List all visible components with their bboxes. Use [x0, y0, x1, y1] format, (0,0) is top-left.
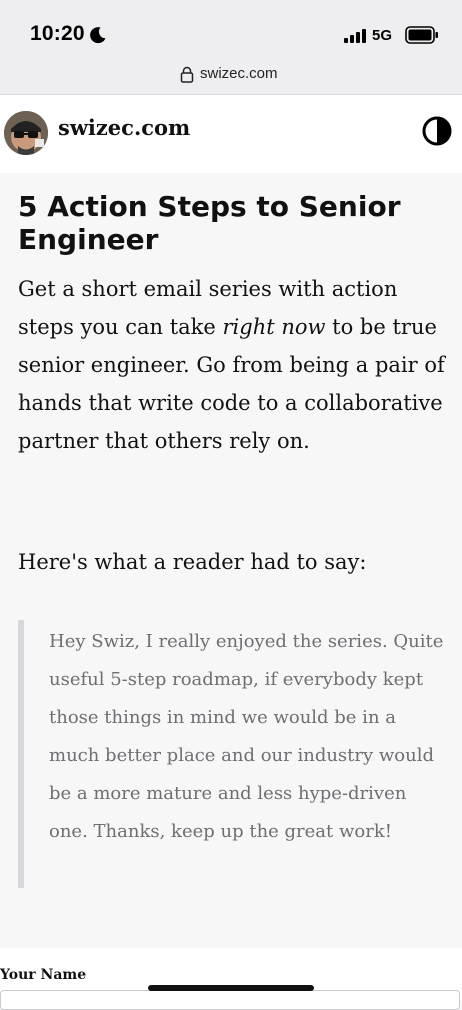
moon-icon	[90, 27, 106, 44]
signup-form: Your Name	[0, 948, 462, 1010]
home-indicator[interactable]	[148, 985, 314, 991]
avatar[interactable]	[4, 111, 48, 155]
signal-icon	[344, 29, 366, 43]
intro-paragraph: Get a short email series with action ste…	[18, 270, 450, 460]
name-input[interactable]	[0, 990, 460, 1010]
main-content: 5 Action Steps to Senior Engineer Get a …	[18, 190, 450, 460]
lock-icon	[180, 66, 194, 83]
site-name[interactable]: swizec.com	[58, 115, 190, 140]
status-bar: 10:20 5G	[0, 0, 462, 64]
name-label: Your Name	[0, 967, 87, 983]
testimonial-quote: Hey Swiz, I really enjoyed the series. Q…	[18, 620, 448, 888]
battery-icon	[405, 26, 438, 44]
site-header: swizec.com	[0, 95, 462, 173]
reader-intro: Here's what a reader had to say:	[18, 550, 367, 574]
address-bar[interactable]: swizec.com	[0, 64, 462, 95]
url-text[interactable]: swizec.com	[200, 65, 278, 82]
intro-emphasis: right now	[222, 315, 326, 339]
status-time: 10:20	[30, 22, 85, 45]
page-title: 5 Action Steps to Senior Engineer	[18, 190, 401, 256]
theme-toggle-icon[interactable]	[421, 115, 453, 147]
network-label: 5G	[372, 27, 393, 44]
avatar-image	[4, 111, 48, 155]
